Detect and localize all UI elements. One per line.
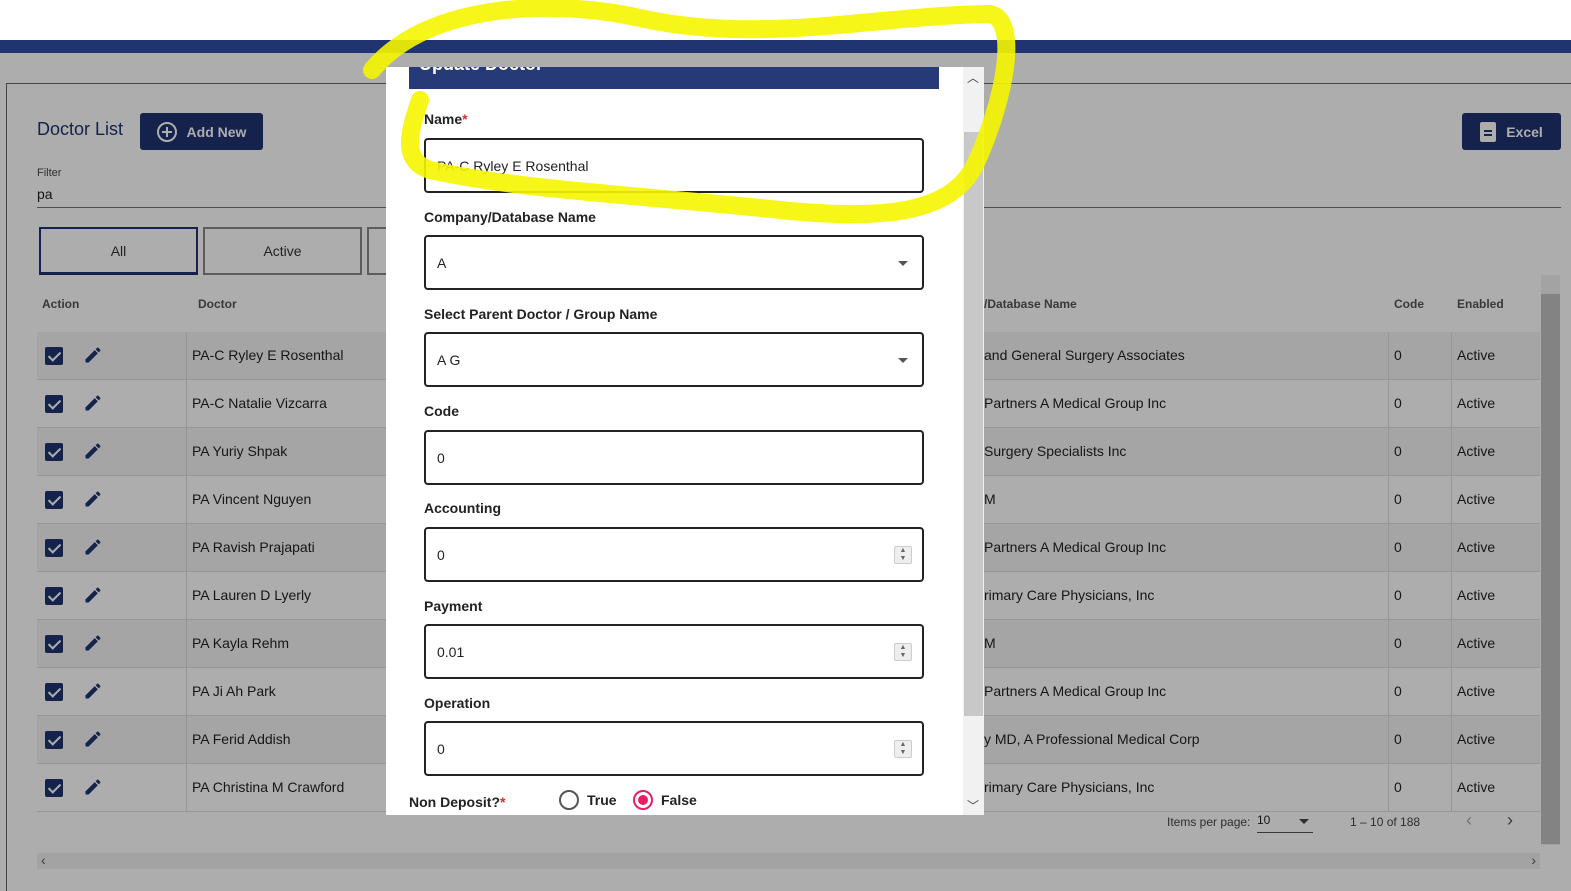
radio-false-label: False [661, 792, 697, 808]
code-value: 0 [437, 449, 445, 466]
spinner-icon[interactable]: ▲ ▼ [894, 643, 912, 661]
spinner-icon[interactable]: ▲ ▼ [894, 546, 912, 564]
accounting-label: Accounting [424, 500, 501, 516]
name-label: Name* [424, 111, 468, 127]
company-select[interactable]: A [424, 235, 924, 290]
name-label-text: Name [424, 111, 463, 127]
non-deposit-label-text: Non Deposit? [409, 794, 500, 810]
operation-field[interactable]: 0 ▲ ▼ [424, 721, 924, 776]
required-asterisk: * [500, 794, 506, 810]
non-deposit-label: Non Deposit?* [409, 794, 505, 810]
name-field[interactable]: PA-C Ryley E Rosenthal [424, 138, 924, 193]
payment-value: 0.01 [437, 643, 465, 660]
payment-field[interactable]: 0.01 ▲ ▼ [424, 624, 924, 679]
top-whitespace [0, 0, 1571, 40]
payment-label: Payment [424, 598, 483, 614]
update-doctor-dialog: Update Doctor Name* PA-C Ryley E Rosenth… [386, 67, 984, 815]
operation-value: 0 [437, 740, 445, 757]
dialog-title: Update Doctor [409, 67, 939, 89]
parent-doctor-value: A G [437, 351, 461, 368]
accounting-value: 0 [437, 546, 445, 563]
app-header-bar [0, 40, 1571, 53]
name-value: PA-C Ryley E Rosenthal [437, 157, 589, 174]
radio-true-label: True [587, 792, 617, 808]
chevron-down-icon [898, 261, 908, 266]
required-asterisk: * [462, 111, 468, 127]
radio-true[interactable] [559, 790, 579, 810]
scroll-up-icon[interactable]: ︿ [967, 69, 979, 86]
radio-false[interactable] [633, 790, 653, 810]
chevron-down-icon [898, 358, 908, 363]
scroll-down-icon[interactable]: ﹀ [967, 797, 979, 814]
operation-label: Operation [424, 695, 491, 711]
spinner-icon[interactable]: ▲ ▼ [894, 740, 912, 758]
code-label: Code [424, 403, 459, 419]
code-field[interactable]: 0 [424, 430, 924, 485]
company-value: A [437, 254, 447, 271]
accounting-field[interactable]: 0 ▲ ▼ [424, 527, 924, 582]
company-label: Company/Database Name [424, 209, 596, 225]
dialog-scroll-thumb[interactable] [964, 132, 983, 716]
parent-doctor-select[interactable]: A G [424, 332, 924, 387]
parent-doctor-label: Select Parent Doctor / Group Name [424, 306, 658, 322]
